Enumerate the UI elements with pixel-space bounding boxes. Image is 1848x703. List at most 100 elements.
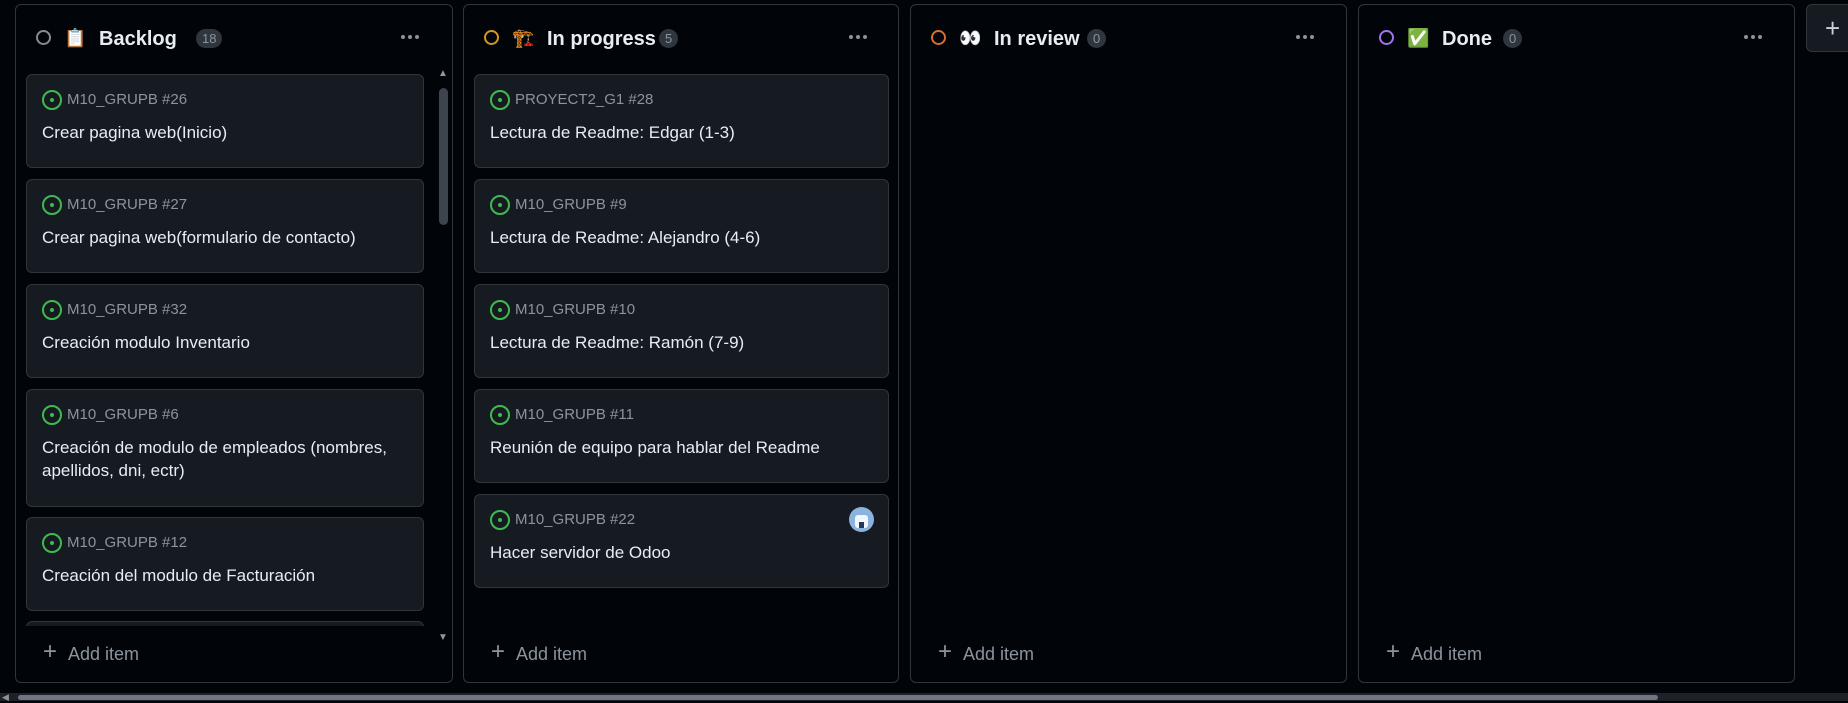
issue-open-icon — [42, 300, 62, 320]
issue-card[interactable]: M10_GRUPB #9 Lectura de Readme: Alejandr… — [474, 179, 889, 273]
column-header: 👀 In review 0 — [911, 5, 1346, 67]
issue-title[interactable]: Creación de modulo de empleados (nombres… — [42, 436, 403, 482]
issue-reference[interactable]: M10_GRUPB #10 — [515, 301, 635, 319]
add-item-button[interactable]: + Add item — [911, 626, 1346, 682]
add-item-label: Add item — [1411, 644, 1483, 664]
dot-icon — [1303, 35, 1307, 39]
dot-icon — [863, 35, 867, 39]
column-done: ✅ Done 0 + Add item — [1358, 4, 1795, 683]
add-column-button[interactable]: + — [1806, 4, 1848, 52]
issue-title[interactable]: Reunión de equipo para hablar del Readme — [490, 436, 868, 459]
issue-card[interactable]: M10_GRUPB #22 Hacer servidor de Odoo — [474, 494, 889, 588]
scrollbar-thumb[interactable] — [439, 88, 448, 225]
vertical-scrollbar[interactable]: ▲ ▼ — [434, 66, 452, 644]
issue-reference[interactable]: M10_GRUPB #22 — [515, 511, 635, 529]
item-count-badge: 5 — [659, 29, 679, 48]
issue-reference[interactable]: M10_GRUPB #12 — [67, 534, 187, 552]
scroll-up-icon[interactable]: ▲ — [438, 69, 448, 79]
card-list: PROYECT2_G1 #28 Lectura de Readme: Edgar… — [464, 70, 898, 626]
card-list — [1359, 70, 1794, 626]
plus-icon: + — [1385, 638, 1400, 665]
dot-icon — [408, 35, 412, 39]
dot-icon — [849, 35, 853, 39]
column-in-review: 👀 In review 0 + Add item — [910, 4, 1347, 683]
item-count-badge: 18 — [196, 29, 223, 48]
issue-card[interactable]: M10_GRUPB #11 Reunión de equipo para hab… — [474, 389, 889, 483]
issue-reference[interactable]: M10_GRUPB #32 — [67, 301, 187, 319]
horizontal-scrollbar[interactable]: ◀ — [0, 692, 1848, 703]
issue-title[interactable]: Lectura de Readme: Ramón (7-9) — [490, 331, 868, 354]
add-item-button[interactable]: + Add item — [1359, 626, 1794, 682]
dot-icon — [1310, 35, 1314, 39]
issue-card[interactable]: M10_GRUPB #27 Crear pagina web(formulari… — [26, 179, 424, 273]
column-title: In progress — [547, 28, 656, 50]
issue-card[interactable]: M10_GRUPB #32 Creación modulo Inventario — [26, 284, 424, 378]
column-header: ✅ Done 0 — [1359, 5, 1794, 67]
scrollbar-thumb[interactable] — [18, 695, 1658, 700]
clipboard-icon: 📋 — [64, 28, 87, 48]
issue-reference[interactable]: M10_GRUPB #11 — [515, 406, 634, 424]
column-header: 📋 Backlog 18 — [16, 5, 452, 67]
issue-open-icon — [490, 300, 510, 320]
issue-reference[interactable]: PROYECT2_G1 #28 — [515, 91, 653, 109]
issue-title[interactable]: Hacer servidor de Odoo — [490, 541, 868, 564]
plus-icon: + — [937, 638, 952, 665]
construction-icon: 🏗️ — [512, 28, 535, 48]
card-list: M10_GRUPB #26 Crear pagina web(Inicio) M… — [16, 70, 452, 626]
plus-icon: + — [1825, 13, 1841, 43]
issue-title[interactable]: Creación del modulo de Facturación — [42, 564, 403, 587]
dot-icon — [415, 35, 419, 39]
issue-reference[interactable]: M10_GRUPB #27 — [67, 196, 187, 214]
issue-open-icon — [490, 405, 510, 425]
check-mark-icon: ✅ — [1407, 28, 1430, 48]
issue-open-icon — [42, 195, 62, 215]
add-item-label: Add item — [963, 644, 1035, 664]
dot-icon — [1744, 35, 1748, 39]
issue-title[interactable]: Crear pagina web(Inicio) — [42, 121, 403, 144]
issue-card[interactable]: PROYECT2_G1 #28 Lectura de Readme: Edgar… — [474, 74, 889, 168]
assignee-avatar[interactable] — [849, 507, 874, 532]
add-item-label: Add item — [68, 644, 140, 664]
issue-title[interactable]: Crear pagina web(formulario de contacto) — [42, 226, 403, 249]
column-menu-button[interactable] — [1737, 19, 1769, 51]
issue-open-icon — [42, 90, 62, 110]
column-header: 🏗️ In progress 5 — [464, 5, 898, 67]
issue-open-icon — [42, 405, 62, 425]
column-backlog: 📋 Backlog 18 M10_GRUPB #26 Crear pagina … — [15, 4, 453, 683]
issue-card[interactable]: M10_GRUPB #6 Creación de modulo de emple… — [26, 389, 424, 507]
issue-open-icon — [490, 510, 510, 530]
project-board: 📋 Backlog 18 M10_GRUPB #26 Crear pagina … — [0, 0, 1848, 703]
issue-reference[interactable]: M10_GRUPB #6 — [67, 406, 179, 424]
issue-card[interactable]: M10_GRUPB #26 Crear pagina web(Inicio) — [26, 74, 424, 168]
dot-icon — [1758, 35, 1762, 39]
add-item-button[interactable]: + Add item — [464, 626, 898, 682]
column-title: In review — [994, 28, 1080, 50]
plus-icon: + — [490, 638, 505, 665]
item-count-badge: 0 — [1087, 29, 1107, 48]
scroll-left-icon[interactable]: ◀ — [2, 692, 9, 703]
issue-reference[interactable]: M10_GRUPB #9 — [515, 196, 627, 214]
status-circle-icon — [36, 30, 51, 45]
column-title: Done — [1442, 28, 1492, 50]
issue-card[interactable]: M10_GRUPB #10 Lectura de Readme: Ramón (… — [474, 284, 889, 378]
dot-icon — [1751, 35, 1755, 39]
issue-reference[interactable]: M10_GRUPB #26 — [67, 91, 187, 109]
add-item-button[interactable]: + Add item — [16, 626, 452, 682]
column-in-progress: 🏗️ In progress 5 PROYECT2_G1 #28 Lectura… — [463, 4, 899, 683]
dot-icon — [856, 35, 860, 39]
issue-title[interactable]: Lectura de Readme: Alejandro (4-6) — [490, 226, 868, 249]
column-menu-button[interactable] — [1289, 19, 1321, 51]
item-count-badge: 0 — [1503, 29, 1523, 48]
issue-title[interactable]: Creación modulo Inventario — [42, 331, 403, 354]
issue-card[interactable]: M10_GRUPB #12 Creación del modulo de Fac… — [26, 517, 424, 611]
column-menu-button[interactable] — [394, 19, 426, 51]
status-circle-icon — [931, 30, 946, 45]
issue-open-icon — [490, 90, 510, 110]
column-menu-button[interactable] — [842, 19, 874, 51]
issue-title[interactable]: Lectura de Readme: Edgar (1-3) — [490, 121, 868, 144]
eyes-icon: 👀 — [959, 28, 982, 48]
issue-open-icon — [490, 195, 510, 215]
add-item-label: Add item — [516, 644, 588, 664]
status-circle-icon — [1379, 30, 1394, 45]
issue-open-icon — [42, 533, 62, 553]
